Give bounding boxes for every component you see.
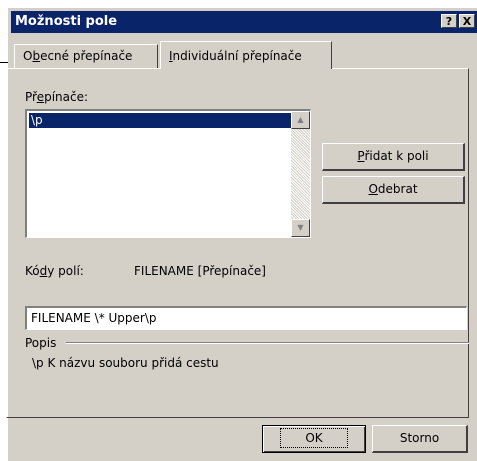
arrow-up-icon: ▲ bbox=[297, 115, 304, 124]
switches-label: Přepínače: bbox=[25, 90, 89, 104]
scroll-down-button[interactable]: ▼ bbox=[291, 219, 310, 237]
description-divider bbox=[66, 342, 469, 344]
help-button[interactable]: ? bbox=[441, 14, 457, 28]
ok-label: OK bbox=[280, 428, 348, 448]
ok-button[interactable]: OK bbox=[262, 425, 366, 453]
tab-individual-switches[interactable]: Individuální přepínače bbox=[160, 41, 332, 69]
remove-button[interactable]: Odebrat bbox=[322, 176, 465, 204]
title-bar: Možnosti pole ? X bbox=[11, 11, 477, 33]
description-text: \p K názvu souboru přidá cestu bbox=[32, 356, 219, 370]
field-code-input[interactable]: FILENAME \* Upper\p bbox=[25, 306, 467, 330]
switches-listbox[interactable]: \p ▲ ▼ bbox=[25, 109, 311, 238]
listbox-scrollbar[interactable]: ▲ ▼ bbox=[291, 111, 310, 237]
arrow-down-icon: ▼ bbox=[297, 223, 304, 232]
window-title: Možnosti pole bbox=[15, 14, 118, 29]
tab-general-switches[interactable]: Obecné přepínače bbox=[14, 44, 158, 68]
tab-general-label: Obecné přepínače bbox=[23, 49, 133, 63]
tab-individual-label: Individuální přepínače bbox=[169, 49, 302, 63]
field-codes-label: Kódy polí: bbox=[25, 264, 84, 278]
description-group-label: Popis bbox=[25, 336, 57, 350]
scroll-up-button[interactable]: ▲ bbox=[291, 111, 310, 129]
cancel-button[interactable]: Storno bbox=[372, 425, 468, 453]
close-button[interactable]: X bbox=[459, 14, 475, 28]
list-item[interactable]: \p bbox=[29, 113, 291, 128]
field-codes-syntax: FILENAME [Přepínače] bbox=[134, 264, 266, 278]
add-to-field-button[interactable]: Přidat k poli bbox=[322, 143, 465, 171]
